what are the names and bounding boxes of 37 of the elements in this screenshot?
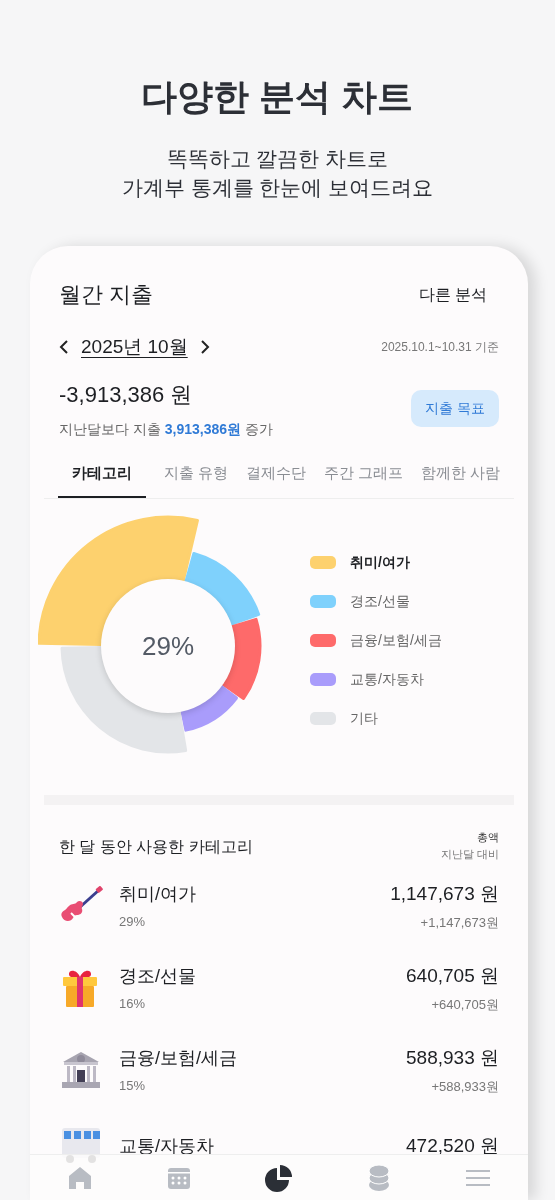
promo-title: 다양한 분석 차트	[141, 75, 414, 119]
analysis-tab[interactable]: 카테고리	[58, 461, 146, 498]
category-name: 취미/여가	[119, 882, 196, 906]
promo-subtitle: 똑똑하고 깔끔한 차트로	[166, 146, 389, 172]
screen-title: 월간 지출	[59, 281, 154, 309]
legend-label[interactable]: 취미/여가	[350, 551, 410, 573]
column-compare-label: 지난달 대비	[440, 846, 499, 862]
other-analysis-link[interactable]: 다른 분석	[418, 282, 487, 307]
legend-label[interactable]: 금융/보험/세금	[350, 629, 442, 651]
category-amount: 588,933 원	[406, 1046, 499, 1070]
category-name: 교통/자동차	[119, 1134, 214, 1158]
legend-label[interactable]: 교통/자동차	[350, 668, 424, 690]
legend-label[interactable]: 기타	[350, 707, 378, 729]
category-percent: 15%	[119, 1076, 147, 1095]
category-name: 금융/보험/세금	[119, 1046, 237, 1070]
category-percent: 16%	[119, 994, 147, 1013]
month-label[interactable]: 2025년 10월	[81, 333, 188, 362]
section-title: 한 달 동안 사용한 카테고리	[59, 837, 253, 857]
analysis-tab[interactable]: 주간 그래프	[323, 461, 403, 498]
category-name: 경조/선물	[119, 964, 196, 988]
category-percent: 29%	[119, 912, 147, 931]
legend-label[interactable]: 경조/선물	[350, 590, 410, 612]
category-amount: 472,520 원	[406, 1133, 499, 1158]
category-change: +640,705원	[431, 995, 499, 1014]
period-range: 2025.10.1~10.31 기준	[381, 339, 499, 357]
analysis-tab[interactable]: 함께한 사람	[420, 461, 500, 498]
category-amount: 640,705 원	[406, 964, 499, 988]
column-total-label: 총액	[477, 830, 499, 845]
analysis-tab[interactable]: 지출 유형	[163, 461, 229, 498]
category-amount: 1,147,673 원	[390, 882, 499, 906]
category-change: +588,933원	[431, 1077, 499, 1096]
category-change: +1,147,673원	[420, 913, 499, 932]
comparison-text: 지난달보다 지출 3,913,386원 증가	[59, 419, 273, 439]
total-expense: -3,913,386 원	[59, 380, 194, 409]
expense-goal-button[interactable]: 지출 목표	[411, 390, 499, 427]
analysis-tab[interactable]: 결제수단	[245, 461, 306, 498]
promo-subtitle: 가계부 통계를 한눈에 보여드려요	[121, 175, 434, 201]
